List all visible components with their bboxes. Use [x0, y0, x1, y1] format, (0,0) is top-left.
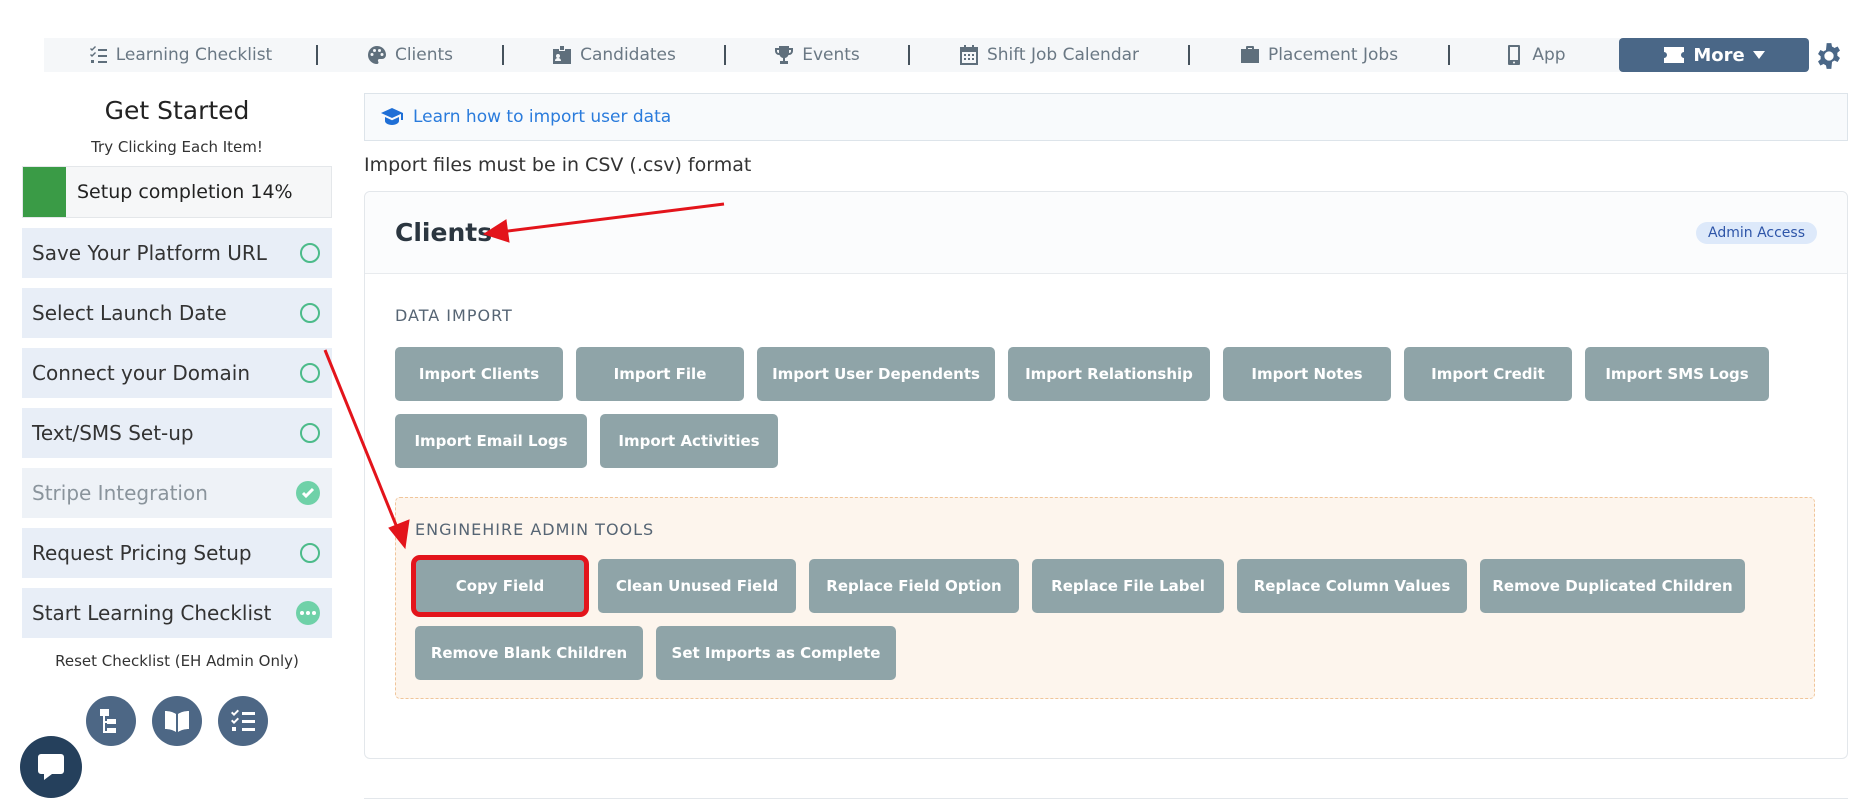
import-user-dependents-button[interactable]: Import User Dependents [757, 347, 995, 401]
checklist-icon [89, 46, 107, 63]
clients-import-card: Clients Admin Access DATA IMPORT Import … [364, 191, 1848, 759]
import-file-button[interactable]: Import File [576, 347, 744, 401]
sidebar-shortcuts [22, 696, 332, 746]
open-book-icon [165, 711, 189, 732]
calendar-icon [959, 45, 978, 65]
reset-checklist-link[interactable]: Reset Checklist (EH Admin Only) [22, 652, 332, 670]
mobile-icon [1508, 45, 1521, 65]
sidebar-item-stripe-integration[interactable]: Stripe Integration [22, 468, 332, 518]
import-credit-button[interactable]: Import Credit [1404, 347, 1572, 401]
ellipsis-circle-icon [296, 601, 320, 625]
import-relationship-button[interactable]: Import Relationship [1008, 347, 1210, 401]
ticket-icon [1664, 47, 1685, 63]
trophy-icon [775, 46, 794, 64]
sidebar-title: Get Started [104, 96, 250, 125]
palette-icon [367, 46, 386, 64]
gear-icon [1818, 43, 1840, 69]
sitemap-button[interactable] [86, 696, 136, 746]
import-clients-button[interactable]: Import Clients [395, 347, 563, 401]
replace-column-values-button[interactable]: Replace Column Values [1237, 559, 1467, 613]
id-card-icon [553, 46, 572, 64]
set-imports-complete-button[interactable]: Set Imports as Complete [656, 626, 896, 680]
data-import-label: DATA IMPORT [395, 306, 513, 325]
progress-fill [23, 167, 67, 217]
data-import-section: DATA IMPORT Import Clients Import File I… [395, 306, 1815, 468]
checklist-button[interactable] [218, 696, 268, 746]
admin-tools-label: ENGINEHIRE ADMIN TOOLS [415, 520, 655, 539]
briefcase-icon [1240, 46, 1259, 63]
nav-shift-job-calendar[interactable]: Shift Job Calendar [910, 38, 1188, 72]
nav-clients[interactable]: Clients [318, 38, 502, 72]
remove-duplicated-children-button[interactable]: Remove Duplicated Children [1480, 559, 1745, 613]
copy-field-button[interactable]: Copy Field [411, 555, 589, 617]
replace-field-option-button[interactable]: Replace Field Option [809, 559, 1019, 613]
card-header: Clients Admin Access [365, 192, 1847, 274]
learn-import-banner: Learn how to import user data [364, 93, 1848, 141]
sidebar-item-pricing-setup[interactable]: Request Pricing Setup [22, 528, 332, 578]
admin-access-badge: Admin Access [1696, 221, 1817, 244]
pending-circle-icon [300, 303, 320, 323]
nav-placement-jobs[interactable]: Placement Jobs [1190, 38, 1448, 72]
chat-bubble-icon [38, 754, 64, 780]
sidebar-item-launch-date[interactable]: Select Launch Date [22, 288, 332, 338]
nav-app[interactable]: App [1450, 38, 1620, 72]
check-circle-icon [296, 481, 320, 505]
card-title: Clients [395, 218, 493, 247]
sidebar-item-sms-setup[interactable]: Text/SMS Set-up [22, 408, 332, 458]
settings-button[interactable] [1815, 42, 1843, 70]
checklist-icon [231, 709, 255, 731]
sidebar-item-learning-checklist[interactable]: Start Learning Checklist [22, 588, 332, 638]
csv-format-note: Import files must be in CSV (.csv) forma… [364, 154, 752, 176]
replace-file-label-button[interactable]: Replace File Label [1032, 559, 1224, 613]
sidebar-subtitle: Try Clicking Each Item! [91, 138, 263, 156]
pending-circle-icon [300, 363, 320, 383]
chat-button[interactable] [20, 736, 82, 798]
pending-circle-icon [300, 423, 320, 443]
pending-circle-icon [300, 243, 320, 263]
sidebar-item-platform-url[interactable]: Save Your Platform URL [22, 228, 332, 278]
nav-learning-checklist[interactable]: Learning Checklist [44, 38, 316, 72]
caret-down-icon [1752, 51, 1765, 59]
admin-tools-section: ENGINEHIRE ADMIN TOOLS Copy Field Clean … [395, 497, 1815, 699]
nav-candidates[interactable]: Candidates [504, 38, 724, 72]
clean-unused-field-button[interactable]: Clean Unused Field [598, 559, 796, 613]
nav-events[interactable]: Events [726, 38, 908, 72]
import-email-logs-button[interactable]: Import Email Logs [395, 414, 587, 468]
top-navigation: Learning Checklist Clients Candidates Ev… [44, 38, 1804, 72]
import-activities-button[interactable]: Import Activities [600, 414, 778, 468]
learn-import-link[interactable]: Learn how to import user data [413, 107, 671, 127]
graduation-cap-icon [381, 108, 403, 125]
sitemap-icon [100, 709, 116, 733]
remove-blank-children-button[interactable]: Remove Blank Children [415, 626, 643, 680]
pending-circle-icon [300, 543, 320, 563]
import-notes-button[interactable]: Import Notes [1223, 347, 1391, 401]
progress-label: Setup completion 14% [77, 181, 293, 203]
get-started-sidebar: Get Started Try Clicking Each Item! Setu… [22, 92, 332, 746]
setup-progress-bar: Setup completion 14% [22, 166, 332, 218]
sidebar-item-connect-domain[interactable]: Connect your Domain [22, 348, 332, 398]
import-sms-logs-button[interactable]: Import SMS Logs [1585, 347, 1769, 401]
book-button[interactable] [152, 696, 202, 746]
more-menu-button[interactable]: More [1619, 38, 1809, 72]
